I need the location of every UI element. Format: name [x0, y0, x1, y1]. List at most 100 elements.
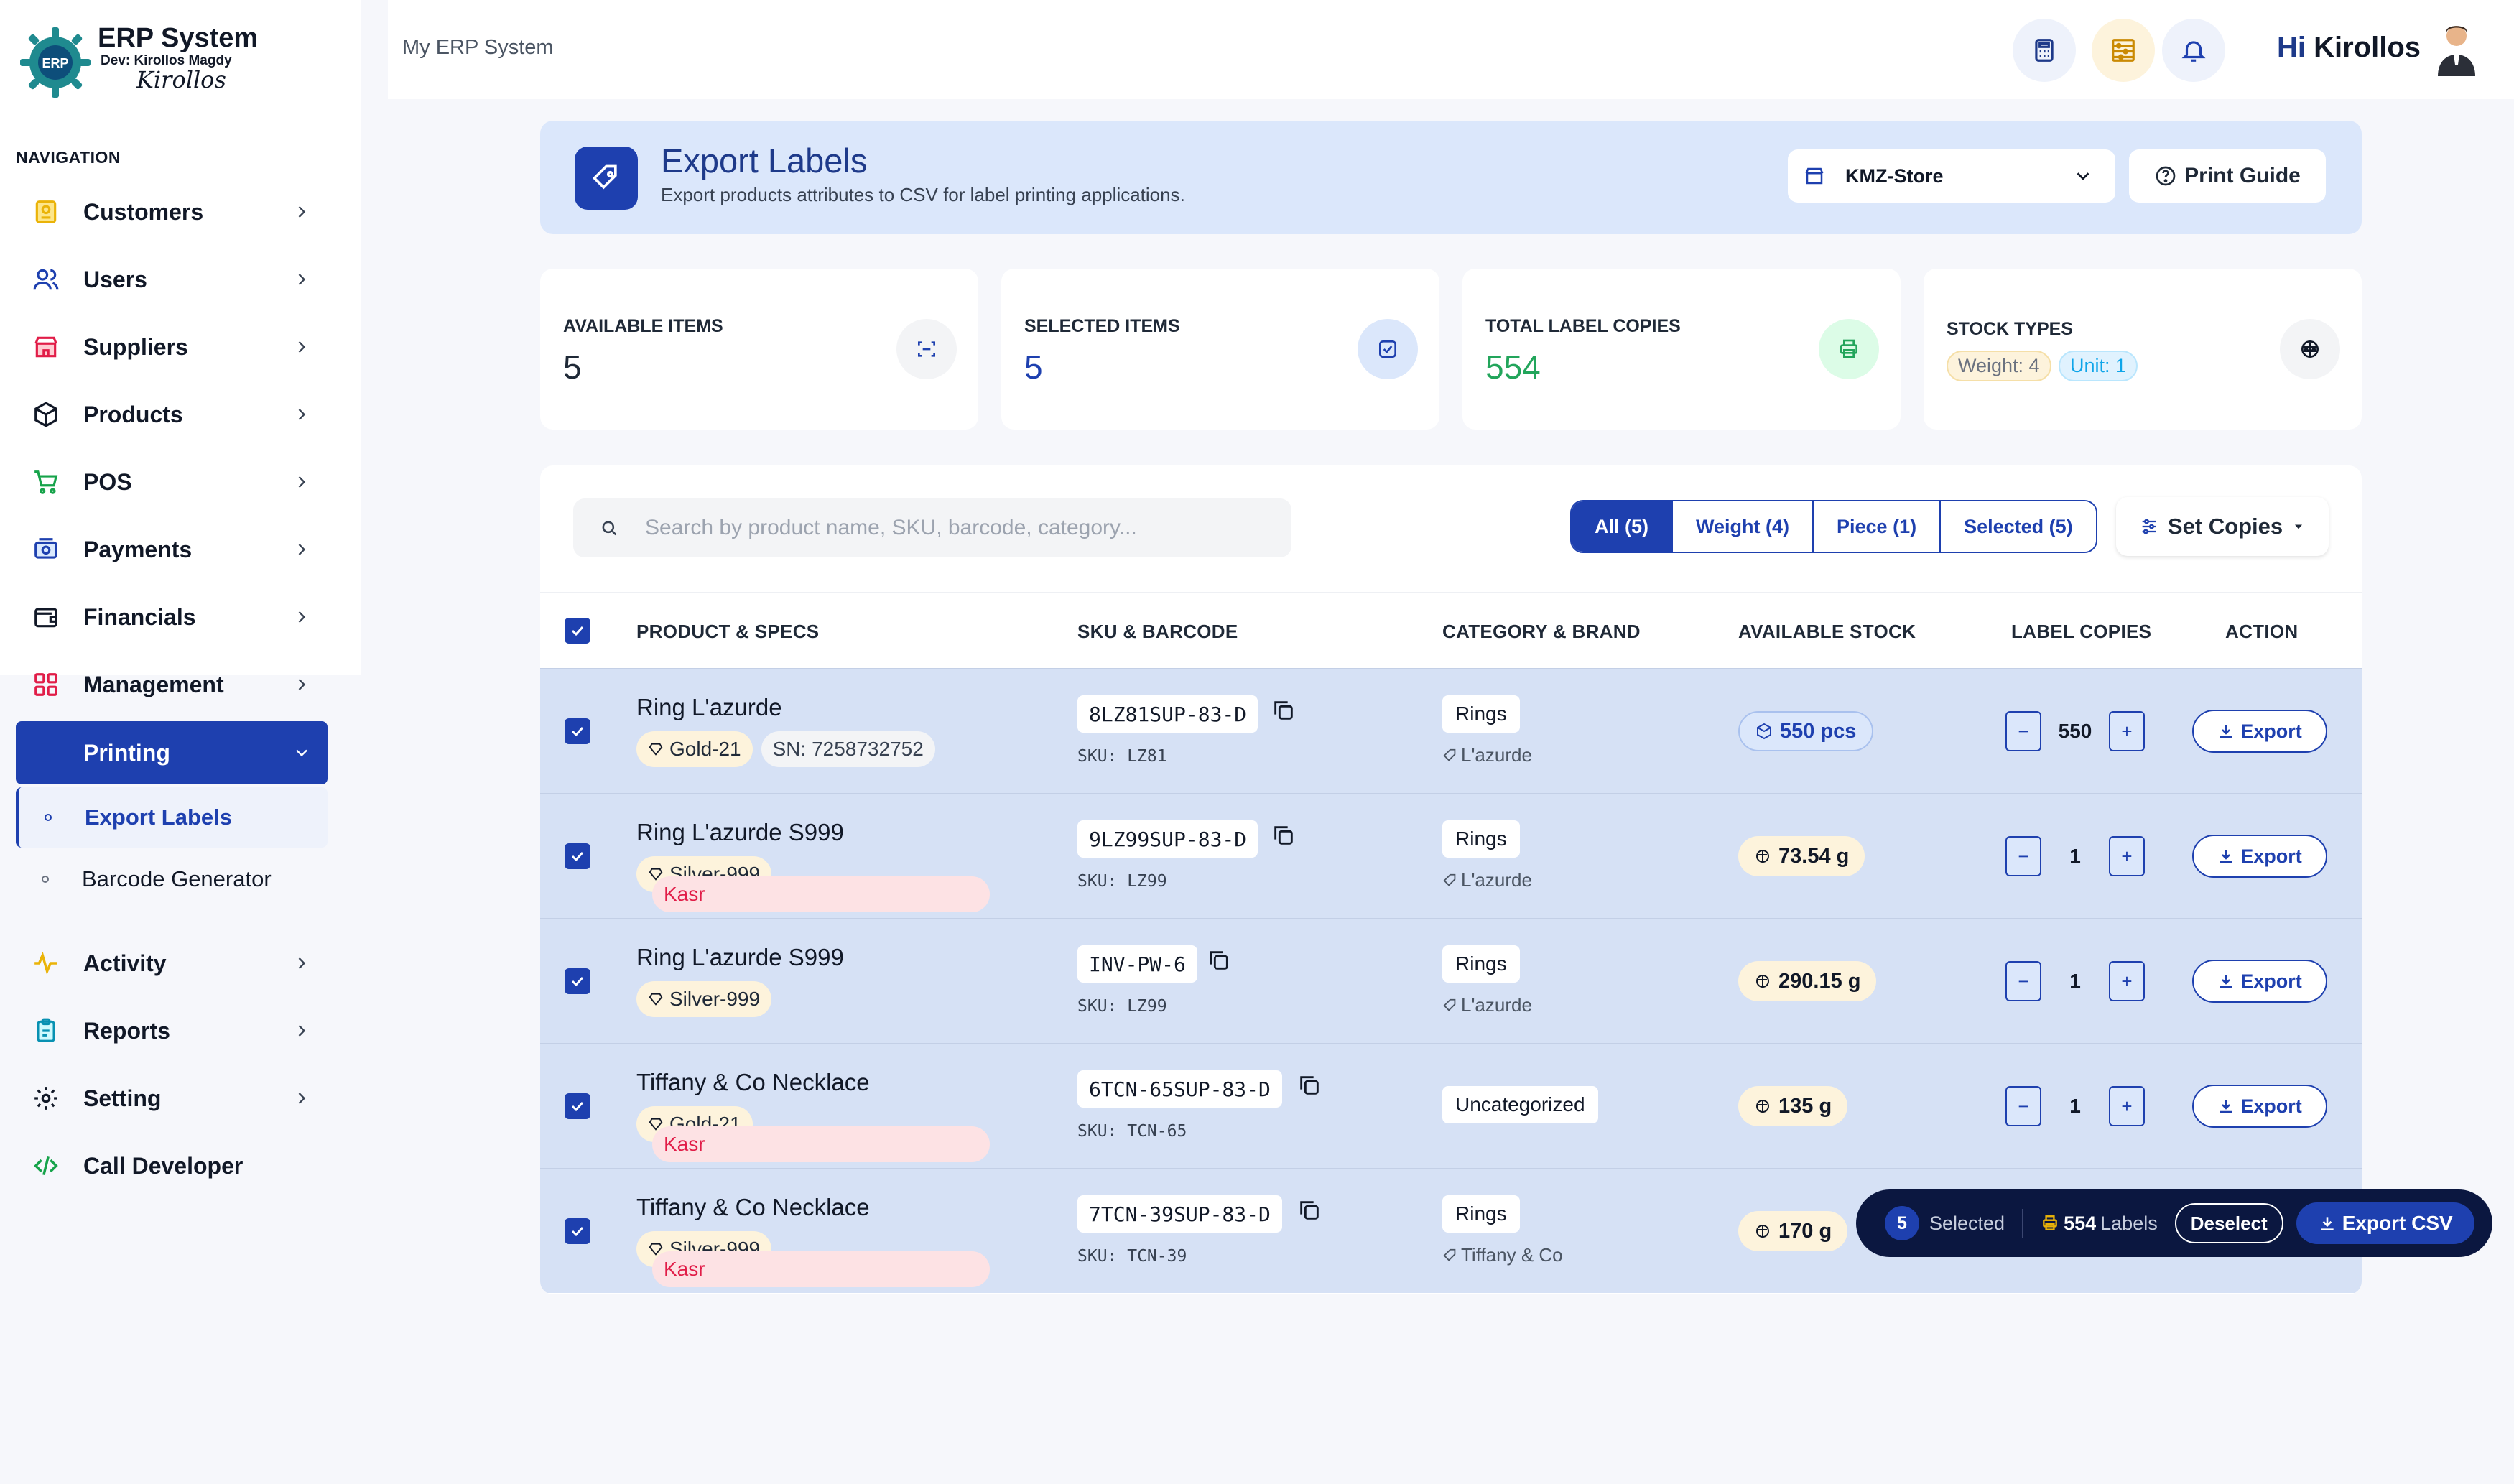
sidebar-item-products[interactable]: Products	[16, 386, 328, 442]
copies-value[interactable]: 1	[2041, 845, 2109, 868]
row-checkbox[interactable]	[565, 1093, 590, 1119]
filter-all[interactable]: All (5)	[1572, 501, 1672, 552]
export-row-button[interactable]: Export	[2192, 1085, 2327, 1128]
sidebar-item-printing[interactable]: Printing	[16, 721, 328, 784]
stat-total-label-copies: TOTAL LABEL COPIES 554	[1462, 269, 1901, 430]
column-header-action[interactable]: ACTION	[2225, 621, 2298, 643]
print-guide-button[interactable]: Print Guide	[2129, 149, 2326, 203]
caret-down-icon	[2295, 524, 2303, 529]
search-box[interactable]	[573, 498, 1291, 557]
copy-icon[interactable]	[1207, 948, 1231, 973]
store-icon	[1805, 167, 1824, 185]
sidebar-item-activity[interactable]: Activity	[16, 935, 328, 991]
check-icon	[571, 626, 584, 636]
scale-icon	[1756, 850, 1769, 863]
sidebar-subitem-export-labels[interactable]: Export Labels	[16, 787, 328, 848]
product-tags: Silver-999 Kasr	[636, 856, 990, 912]
avatar[interactable]	[2434, 22, 2480, 76]
sku-value: SKU: LZ99	[1077, 872, 1167, 891]
row-checkbox[interactable]	[565, 968, 590, 994]
abacus-button[interactable]	[2092, 19, 2155, 82]
sidebar-item-label: Setting	[83, 1085, 162, 1111]
copy-icon[interactable]	[1271, 823, 1296, 848]
sidebar-item-suppliers[interactable]: Suppliers	[16, 319, 328, 375]
filter-piece[interactable]: Piece (1)	[1812, 501, 1940, 552]
copies-value[interactable]: 1	[2041, 970, 2109, 993]
stat-selected-items: SELECTED ITEMS 5	[1001, 269, 1439, 430]
select-all-checkbox[interactable]	[565, 618, 590, 644]
decrement-button[interactable]: −	[2005, 711, 2041, 751]
sidebar-item-users[interactable]: Users	[16, 251, 328, 307]
notifications-button[interactable]	[2162, 19, 2225, 82]
filter-selected[interactable]: Selected (5)	[1939, 501, 2096, 552]
copy-icon[interactable]	[1297, 1198, 1322, 1223]
check-icon	[571, 1226, 584, 1237]
search-input[interactable]	[645, 516, 1263, 540]
gem-icon	[649, 993, 663, 1006]
increment-button[interactable]: +	[2109, 1086, 2145, 1126]
page-subtitle: Export products attributes to CSV for la…	[661, 184, 1185, 205]
brand-label: L'azurde	[1442, 994, 1532, 1016]
copies-value[interactable]: 1	[2041, 1095, 2109, 1118]
table-row[interactable]: Ring L'azurde S999 Silver-999 Kasr 9LZ99…	[540, 793, 2362, 918]
increment-button[interactable]: +	[2109, 961, 2145, 1001]
breadcrumb[interactable]: My ERP System	[402, 36, 554, 60]
brand[interactable]: ERP ERP System Dev: Kirollos Magdy Kirol…	[16, 20, 353, 106]
column-header-stock[interactable]: AVAILABLE STOCK	[1738, 621, 1916, 643]
brand-title: ERP System	[98, 23, 259, 53]
filter-weight[interactable]: Weight (4)	[1671, 501, 1813, 552]
copy-icon[interactable]	[1271, 698, 1296, 723]
set-copies-button[interactable]: Set Copies	[2116, 497, 2329, 556]
sidebar-item-financials[interactable]: Financials	[16, 589, 328, 645]
topbar: My ERP System Hi Kirollos	[388, 0, 2514, 99]
row-checkbox[interactable]	[565, 843, 590, 869]
row-checkbox[interactable]	[565, 718, 590, 744]
table-row[interactable]: Tiffany & Co Necklace Gold-21 Kasr 6TCN-…	[540, 1043, 2362, 1168]
users-icon	[30, 264, 62, 295]
sidebar-item-payments[interactable]: Payments	[16, 521, 328, 578]
increment-button[interactable]: +	[2109, 836, 2145, 876]
increment-button[interactable]: +	[2109, 711, 2145, 751]
check-icon	[571, 1101, 584, 1112]
export-row-button[interactable]: Export	[2192, 835, 2327, 878]
stat-value: 5	[1024, 348, 1043, 386]
column-header-copies[interactable]: LABEL COPIES	[2011, 621, 2151, 643]
copies-value[interactable]: 550	[2041, 720, 2109, 743]
printer-icon	[30, 737, 62, 769]
gem-icon	[649, 743, 663, 756]
printer-icon	[1819, 319, 1879, 379]
sidebar-item-management[interactable]: Management	[16, 657, 328, 713]
table-row[interactable]: Ring L'azurde Gold-21 SN: 7258732752 8LZ…	[540, 668, 2362, 793]
sidebar-subitem-barcode-generator[interactable]: Barcode Generator	[16, 849, 328, 909]
sidebar-item-label: Payments	[83, 536, 193, 562]
row-checkbox[interactable]	[565, 1218, 590, 1244]
column-header-sku[interactable]: SKU & BARCODE	[1077, 621, 1238, 643]
sidebar-item-call-developer[interactable]: Call Developer	[16, 1138, 328, 1194]
column-header-category[interactable]: CATEGORY & BRAND	[1442, 621, 1641, 643]
download-icon	[2321, 1217, 2334, 1230]
chevron-down-icon	[2077, 172, 2089, 180]
box-icon	[1757, 723, 1771, 740]
table-row[interactable]: Ring L'azurde S999 Silver-999 INV-PW-6 S…	[540, 918, 2362, 1043]
export-csv-button[interactable]: Export CSV	[2296, 1202, 2474, 1244]
deselect-button[interactable]: Deselect	[2174, 1203, 2283, 1243]
decrement-button[interactable]: −	[2005, 1086, 2041, 1126]
export-row-button[interactable]: Export	[2192, 960, 2327, 1003]
sidebar-item-setting[interactable]: Setting	[16, 1070, 328, 1126]
sidebar-item-pos[interactable]: POS	[16, 454, 328, 510]
column-header-product[interactable]: PRODUCT & SPECS	[636, 621, 819, 643]
calculator-button[interactable]	[2013, 19, 2076, 82]
copies-stepper: − 1 +	[2005, 1086, 2145, 1126]
export-row-button[interactable]: Export	[2192, 710, 2327, 753]
download-icon	[2220, 850, 2232, 863]
category-badge: Rings	[1442, 1195, 1520, 1233]
decrement-button[interactable]: −	[2005, 836, 2041, 876]
sidebar-item-customers[interactable]: Customers	[16, 184, 328, 240]
sidebar-item-label: Call Developer	[83, 1152, 243, 1179]
stat-stock-types: STOCK TYPES Weight: 4 Unit: 1	[1924, 269, 2362, 430]
sidebar-item-reports[interactable]: Reports	[16, 1003, 328, 1059]
store-select[interactable]: KMZ-Store	[1788, 149, 2115, 203]
chevron-right-icon	[298, 341, 306, 353]
decrement-button[interactable]: −	[2005, 961, 2041, 1001]
copy-icon[interactable]	[1297, 1073, 1322, 1098]
